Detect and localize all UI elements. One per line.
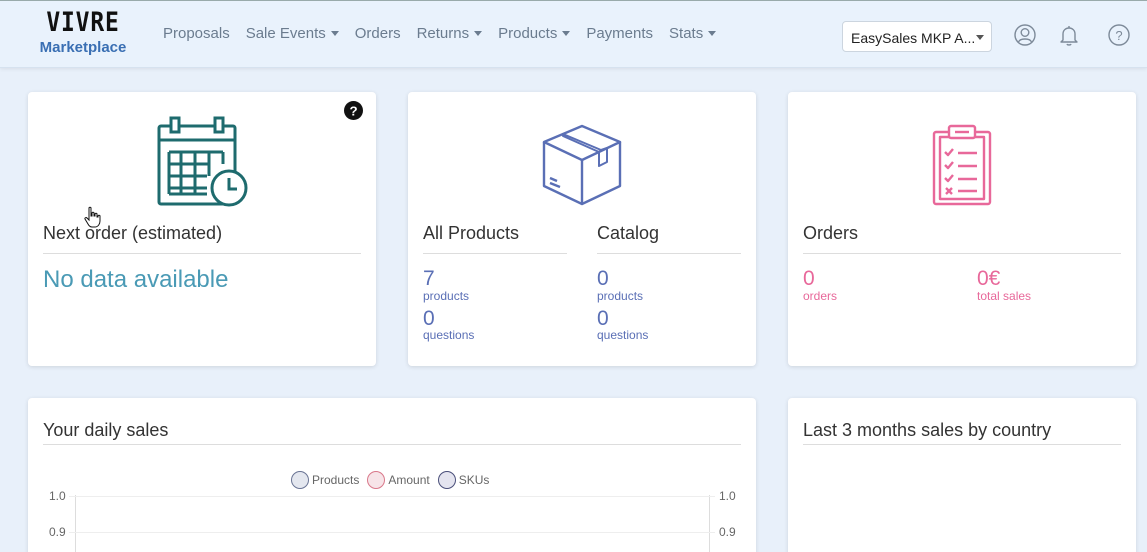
brand-logo[interactable]: VIVRE Marketplace xyxy=(38,7,128,57)
nav-label: Proposals xyxy=(163,25,230,42)
chevron-down-icon xyxy=(330,31,339,36)
legend-swatch xyxy=(437,471,456,489)
y-tick-right: 0.9 xyxy=(719,525,736,539)
all-products-questions-count[interactable]: 0 xyxy=(423,308,435,330)
all-products-questions-label: questions xyxy=(423,328,475,342)
main-nav: Proposals Sale Events Orders Returns Pro… xyxy=(163,25,732,42)
legend-item-amount[interactable]: Amount xyxy=(367,471,430,489)
legend-item-skus[interactable]: SKUs xyxy=(437,471,490,489)
svg-text:?: ? xyxy=(349,103,357,118)
products-card: All Products 7 products 0 questions Cata… xyxy=(408,92,756,366)
orders-count[interactable]: 0 xyxy=(803,268,815,290)
divider xyxy=(43,444,741,445)
user-circle-icon[interactable] xyxy=(1013,23,1037,47)
question-circle-icon[interactable]: ? xyxy=(1107,23,1131,47)
divider xyxy=(803,444,1121,445)
nav-label: Orders xyxy=(354,25,401,42)
country-sales-title: Last 3 months sales by country xyxy=(803,420,1052,440)
country-sales-card: Last 3 months sales by country xyxy=(788,398,1136,552)
top-navbar: VIVRE Marketplace Proposals Sale Events … xyxy=(0,0,1147,68)
catalog-products-label: products xyxy=(597,289,644,303)
nav-sale-events[interactable]: Sale Events xyxy=(246,25,339,42)
catalog-questions-label: questions xyxy=(597,328,649,342)
nav-products[interactable]: Products xyxy=(498,25,571,42)
chevron-down-icon xyxy=(562,31,571,36)
all-products-label: products xyxy=(423,289,470,303)
grid-line xyxy=(69,532,715,533)
legend-label: Products xyxy=(312,473,360,487)
next-order-title: Next order (estimated) xyxy=(43,223,223,243)
y-tick-right: 1.0 xyxy=(719,489,736,503)
y-axis-left xyxy=(75,495,76,552)
divider xyxy=(423,253,567,254)
y-tick-left: 1.0 xyxy=(49,489,66,503)
svg-text:?: ? xyxy=(1115,28,1122,43)
nav-stats[interactable]: Stats xyxy=(669,25,717,42)
nav-label: Stats xyxy=(669,25,704,42)
orders-card: Orders 0 orders 0€ total sales xyxy=(788,92,1136,366)
legend-item-products[interactable]: Products xyxy=(291,471,359,489)
chart-legend: Products Amount SKUs xyxy=(291,471,497,489)
nav-label: Sale Events xyxy=(245,25,326,42)
nav-label: Returns xyxy=(416,25,470,42)
store-select[interactable]: EasySales MKP A... xyxy=(842,21,992,52)
brand-logo-text: VIVRE xyxy=(46,7,120,38)
catalog-title: Catalog xyxy=(597,223,660,243)
legend-label: Amount xyxy=(388,473,430,487)
clipboard-list-icon xyxy=(932,124,992,206)
nav-proposals[interactable]: Proposals xyxy=(163,25,230,42)
nav-returns[interactable]: Returns xyxy=(417,25,483,42)
daily-sales-title: Your daily sales xyxy=(43,420,169,440)
total-sales-label: total sales xyxy=(977,289,1032,303)
catalog-products-count[interactable]: 0 xyxy=(597,268,609,290)
help-icon[interactable]: ? xyxy=(344,101,363,120)
store-select-value: EasySales MKP A... xyxy=(851,30,976,46)
brand-subtitle: Marketplace xyxy=(39,39,127,56)
divider xyxy=(43,253,361,254)
all-products-title: All Products xyxy=(423,223,520,243)
calendar-clock-icon xyxy=(157,116,248,207)
nav-label: Payments xyxy=(586,25,654,42)
legend-label: SKUs xyxy=(458,473,490,487)
grid-line xyxy=(69,496,715,497)
box-icon xyxy=(542,124,622,206)
divider xyxy=(803,253,1121,254)
nav-payments[interactable]: Payments xyxy=(586,25,653,42)
chevron-down-icon xyxy=(976,35,984,40)
chevron-down-icon xyxy=(708,31,717,36)
nav-label: Products xyxy=(498,25,558,42)
chevron-down-icon xyxy=(474,31,483,36)
all-products-count[interactable]: 7 xyxy=(423,268,435,290)
y-axis-right xyxy=(709,495,710,552)
legend-swatch xyxy=(291,471,309,489)
orders-label: orders xyxy=(803,289,838,303)
y-tick-left: 0.9 xyxy=(49,525,66,539)
next-order-card: ? Next order (estimated) No data availab… xyxy=(28,92,376,366)
catalog-questions-count[interactable]: 0 xyxy=(597,308,609,330)
legend-swatch xyxy=(367,471,386,489)
bell-icon[interactable] xyxy=(1057,23,1081,47)
orders-title: Orders xyxy=(803,223,859,243)
divider xyxy=(597,253,741,254)
total-sales-value[interactable]: 0€ xyxy=(977,268,1000,290)
nav-orders[interactable]: Orders xyxy=(355,25,401,42)
next-order-value: No data available xyxy=(43,266,229,293)
hand-cursor-icon xyxy=(84,206,101,228)
